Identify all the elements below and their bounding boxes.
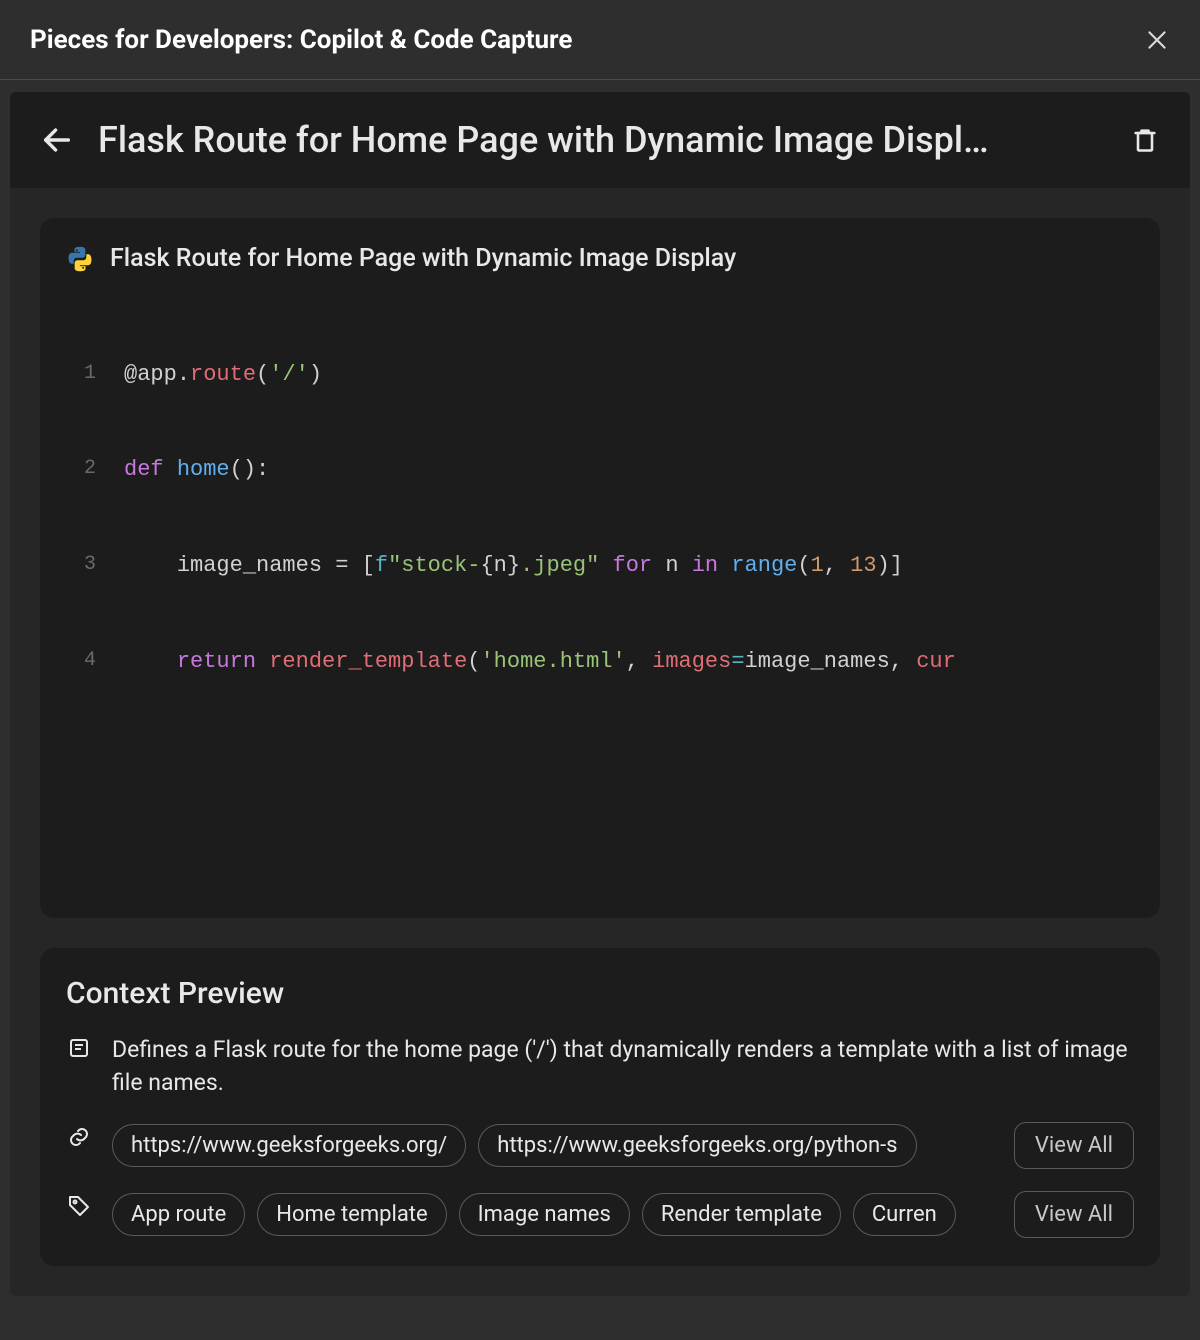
tag-chip[interactable]: Image names (459, 1193, 630, 1236)
code-line: 1 @app.route('/') (66, 359, 1134, 391)
code-line: 2 def home(): (66, 454, 1134, 486)
view-all-tags-button[interactable]: View All (1014, 1191, 1134, 1238)
view-all-links-button[interactable]: View All (1014, 1122, 1134, 1169)
trash-icon[interactable] (1130, 123, 1160, 157)
context-preview-card: Context Preview Defines a Flask route fo… (40, 948, 1160, 1266)
tag-chip[interactable]: Curren (853, 1193, 956, 1236)
app-title: Pieces for Developers: Copilot & Code Ca… (30, 25, 572, 55)
context-tags-row: App route Home template Image names Rend… (66, 1191, 1134, 1238)
line-number: 2 (66, 454, 124, 486)
snippet-title: Flask Route for Home Page with Dynamic I… (110, 244, 736, 273)
line-number: 4 (66, 646, 124, 678)
tag-chip[interactable]: App route (112, 1193, 245, 1236)
line-number: 3 (66, 550, 124, 582)
context-description-row: Defines a Flask route for the home page … (66, 1033, 1134, 1100)
line-number: 1 (66, 359, 124, 391)
python-icon (66, 245, 94, 273)
context-description: Defines a Flask route for the home page … (112, 1033, 1134, 1100)
page-header: Flask Route for Home Page with Dynamic I… (10, 92, 1190, 188)
context-links-row: https://www.geeksforgeeks.org/ https://w… (66, 1122, 1134, 1169)
code-snippet-card: Flask Route for Home Page with Dynamic I… (40, 218, 1160, 918)
page-title: Flask Route for Home Page with Dynamic I… (98, 119, 1106, 161)
tag-chip[interactable]: Render template (642, 1193, 841, 1236)
titlebar: Pieces for Developers: Copilot & Code Ca… (0, 0, 1200, 80)
close-icon[interactable] (1144, 27, 1170, 53)
snippet-header: Flask Route for Home Page with Dynamic I… (66, 244, 1134, 273)
link-chip[interactable]: https://www.geeksforgeeks.org/ (112, 1124, 466, 1167)
body-area: Flask Route for Home Page with Dynamic I… (10, 188, 1190, 1296)
link-icon (66, 1124, 92, 1150)
code-line: 3 image_names = [f"stock-{n}.jpeg" for n… (66, 550, 1134, 582)
content-area: Flask Route for Home Page with Dynamic I… (0, 80, 1200, 1296)
context-preview-title: Context Preview (66, 976, 1134, 1011)
back-arrow-icon[interactable] (40, 123, 74, 157)
tag-icon (66, 1193, 92, 1219)
tag-chip[interactable]: Home template (257, 1193, 446, 1236)
note-icon (66, 1035, 92, 1061)
code-line: 4 return render_template('home.html', im… (66, 646, 1134, 678)
link-chip[interactable]: https://www.geeksforgeeks.org/python-s (478, 1124, 916, 1167)
code-block[interactable]: 1 @app.route('/') 2 def home(): 3 image_… (66, 295, 1134, 741)
